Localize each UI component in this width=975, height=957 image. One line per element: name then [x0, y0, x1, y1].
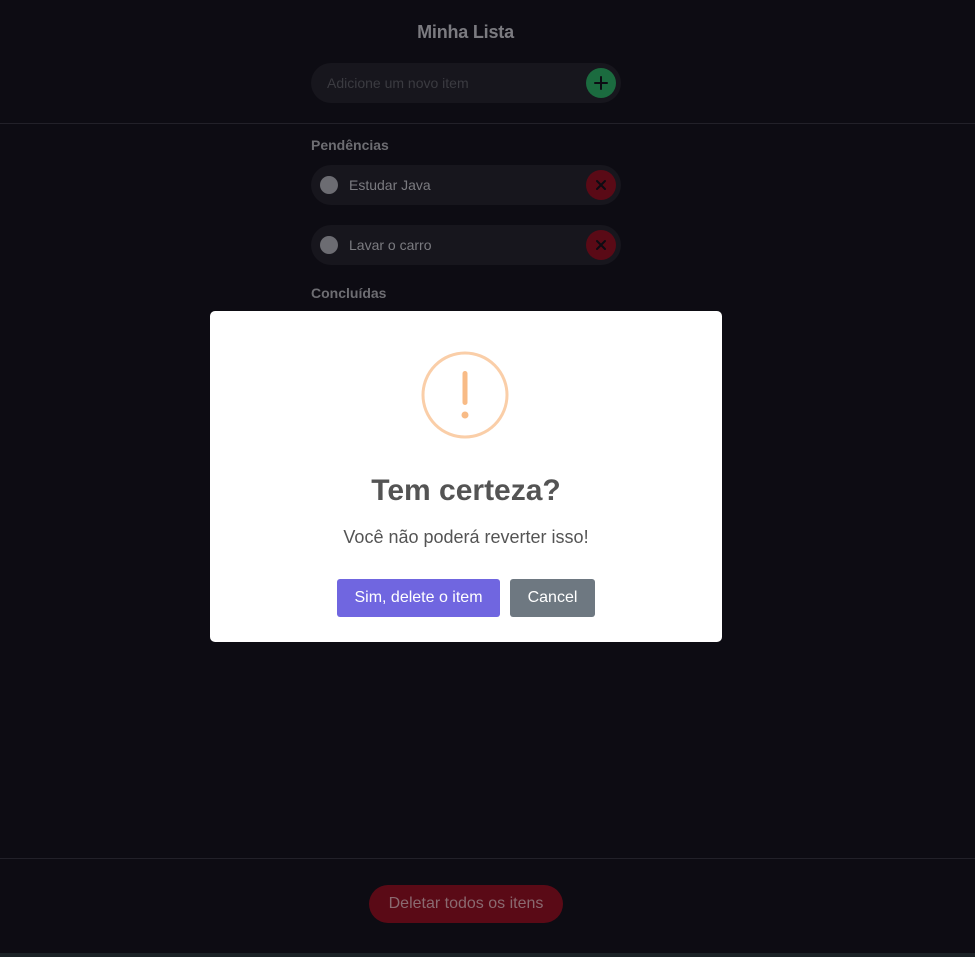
add-item-bar	[311, 63, 621, 103]
bottom-strip	[0, 953, 975, 957]
close-icon	[596, 180, 606, 190]
page-title: Minha Lista	[417, 22, 514, 42]
complete-checkbox[interactable]	[320, 236, 338, 254]
cancel-button[interactable]: Cancel	[510, 579, 595, 617]
dialog-title: Tem certeza?	[371, 474, 561, 507]
new-item-input[interactable]	[327, 63, 577, 103]
delete-task-button[interactable]	[586, 170, 616, 200]
confirm-dialog: Tem certeza? Você não poderá reverter is…	[210, 311, 722, 642]
task-label: Lavar o carro	[349, 237, 432, 253]
warning-icon	[421, 351, 509, 439]
delete-all-button[interactable]: Deletar todos os itens	[369, 885, 563, 923]
dialog-message: Você não poderá reverter isso!	[343, 527, 589, 547]
task-label: Estudar Java	[349, 177, 431, 193]
header-divider	[0, 123, 975, 124]
pending-section-title: Pendências	[311, 137, 389, 153]
add-item-button[interactable]	[586, 68, 616, 98]
plus-icon	[594, 76, 608, 90]
confirm-delete-button[interactable]: Sim, delete o item	[337, 579, 500, 617]
pending-task-item: Estudar Java	[311, 165, 621, 205]
close-icon	[596, 240, 606, 250]
done-section-title: Concluídas	[311, 285, 387, 301]
footer-divider	[0, 858, 975, 859]
pending-task-item: Lavar o carro	[311, 225, 621, 265]
complete-checkbox[interactable]	[320, 176, 338, 194]
delete-task-button[interactable]	[586, 230, 616, 260]
app-page: Minha Lista Pendências Estudar Java Lava…	[0, 0, 975, 957]
